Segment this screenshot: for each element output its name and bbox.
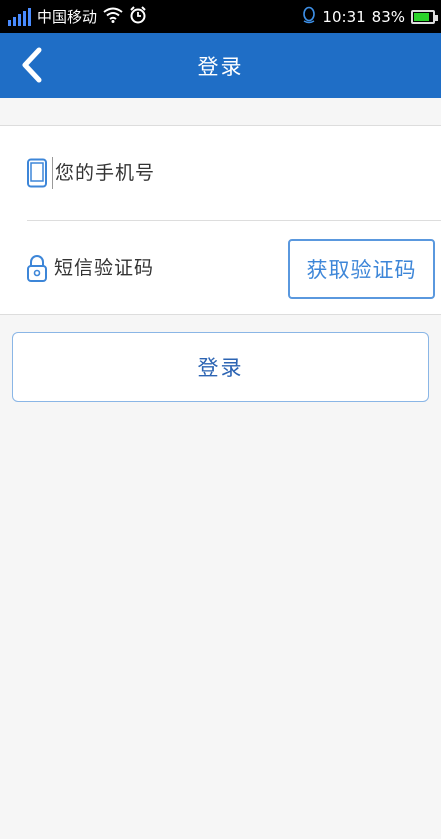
- signal-icon: [8, 7, 31, 26]
- battery-fill: [414, 12, 429, 21]
- qq-icon: [302, 6, 316, 28]
- time-label: 10:31: [322, 7, 366, 26]
- status-left: 中国移动: [8, 5, 147, 28]
- phone-row: [0, 126, 441, 220]
- status-bar: 中国移动 10:31 83%: [0, 0, 441, 33]
- get-code-button[interactable]: 获取验证码: [288, 239, 435, 299]
- status-right: 10:31 83%: [302, 6, 438, 28]
- battery-percent: 83%: [371, 7, 405, 26]
- sms-code-input[interactable]: [52, 252, 281, 284]
- phone-input[interactable]: [52, 157, 282, 189]
- wifi-icon: [103, 7, 123, 27]
- chevron-left-icon: [22, 47, 42, 83]
- code-row: 获取验证码: [0, 221, 441, 315]
- carrier-label: 中国移动: [37, 8, 98, 26]
- alarm-icon: [129, 5, 147, 28]
- back-button[interactable]: [12, 45, 52, 85]
- phone-icon: [25, 158, 49, 188]
- battery-icon: [411, 9, 438, 24]
- login-button[interactable]: 登录: [12, 332, 429, 402]
- header-bar: 登录: [0, 33, 441, 98]
- login-screen: 中国移动 10:31 83% 登录 您的手机号 短信验证码 获取验证码 登录: [0, 0, 441, 839]
- login-form: 获取验证码: [0, 125, 441, 315]
- page-title: 登录: [197, 54, 244, 79]
- lock-icon: [25, 253, 49, 283]
